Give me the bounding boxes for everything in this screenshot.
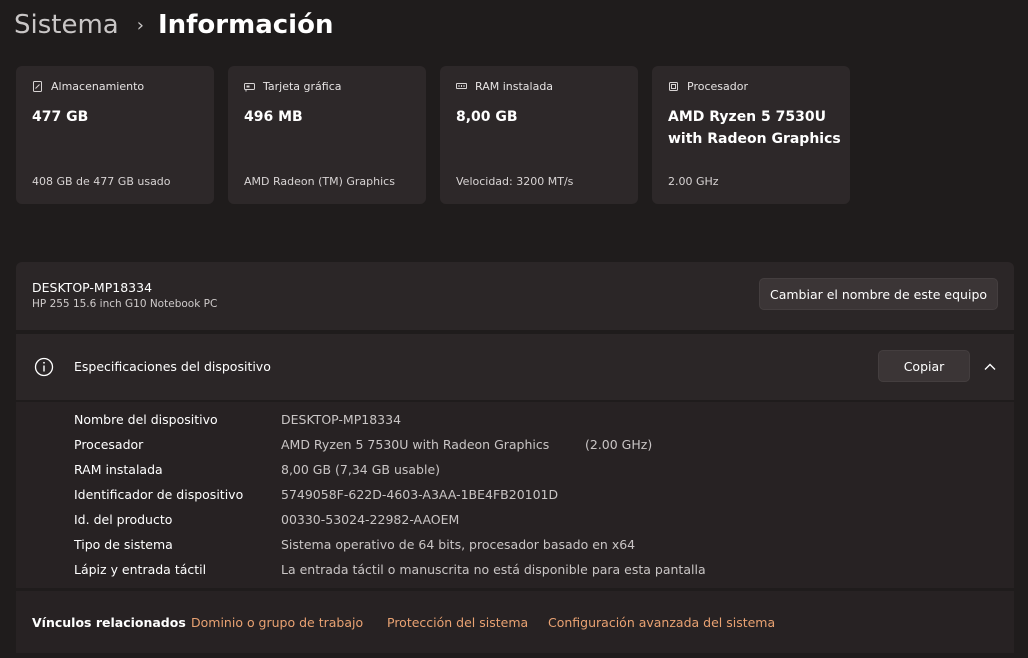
- page-title: Información: [157, 10, 334, 40]
- spec-label: Lápiz y entrada táctil: [74, 562, 207, 577]
- device-name-panel: DESKTOP-MP18334 HP 255 15.6 inch G10 Not…: [16, 262, 1014, 330]
- gpu-card-label: Tarjeta gráfica: [263, 80, 342, 93]
- gpu-card[interactable]: Tarjeta gráfica 496 MB AMD Radeon (TM) G…: [228, 66, 426, 204]
- gpu-icon: [244, 81, 255, 92]
- link-system-protection[interactable]: Protección del sistema: [387, 615, 528, 630]
- breadcrumb-root[interactable]: Sistema: [14, 10, 119, 40]
- cpu-icon: [668, 81, 679, 92]
- gpu-card-value: 496 MB: [244, 109, 303, 125]
- spec-row: RAM instalada 8,00 GB (7,34 GB usable): [16, 458, 1014, 483]
- cpu-card-sub: 2.00 GHz: [668, 175, 719, 188]
- spec-value: La entrada táctil o manuscrita no está d…: [281, 562, 706, 577]
- cpu-card-label: Procesador: [687, 80, 748, 93]
- cpu-card[interactable]: Procesador AMD Ryzen 5 7530U with Radeon…: [652, 66, 850, 204]
- cpu-card-value-line1: AMD Ryzen 5 7530U: [668, 109, 826, 125]
- spec-label: RAM instalada: [74, 462, 163, 477]
- copy-specs-button[interactable]: Copiar: [878, 350, 970, 382]
- spec-label: Tipo de sistema: [74, 537, 173, 552]
- chevron-up-icon[interactable]: [982, 359, 998, 375]
- info-icon: [34, 357, 54, 377]
- spec-row: Lápiz y entrada táctil La entrada táctil…: [16, 558, 1014, 583]
- spec-row: Nombre del dispositivo DESKTOP-MP18334: [16, 408, 1014, 433]
- ram-icon: [456, 81, 467, 92]
- cpu-card-value-line2: with Radeon Graphics: [668, 131, 841, 147]
- spec-value: 5749058F-622D-4603-A3AA-1BE4FB20101D: [281, 487, 559, 502]
- spec-label: Procesador: [74, 437, 144, 452]
- link-domain-workgroup[interactable]: Dominio o grupo de trabajo: [191, 615, 363, 630]
- device-specs-title: Especificaciones del dispositivo: [74, 359, 271, 374]
- device-model: HP 255 15.6 inch G10 Notebook PC: [32, 298, 218, 310]
- spec-row: Id. del producto 00330-53024-22982-AAOEM: [16, 508, 1014, 533]
- link-advanced-system-settings[interactable]: Configuración avanzada del sistema: [548, 615, 775, 630]
- related-links-label: Vínculos relacionados: [32, 615, 186, 630]
- ram-card[interactable]: RAM instalada 8,00 GB Velocidad: 3200 MT…: [440, 66, 638, 204]
- storage-icon: [32, 81, 43, 92]
- breadcrumb-separator-icon: ›: [136, 14, 144, 36]
- device-specs-list: Nombre del dispositivo DESKTOP-MP18334 P…: [16, 402, 1014, 588]
- rename-pc-button[interactable]: Cambiar el nombre de este equipo: [759, 278, 998, 310]
- ram-card-label: RAM instalada: [475, 80, 554, 93]
- spec-value: Sistema operativo de 64 bits, procesador…: [281, 537, 636, 552]
- gpu-card-sub: AMD Radeon (TM) Graphics: [244, 175, 395, 188]
- ram-card-sub: Velocidad: 3200 MT/s: [456, 175, 574, 188]
- related-links-bar: Vínculos relacionados Dominio o grupo de…: [16, 590, 1014, 653]
- spec-row: Tipo de sistema Sistema operativo de 64 …: [16, 533, 1014, 558]
- storage-card-label: Almacenamiento: [51, 80, 145, 93]
- spec-label: Identificador de dispositivo: [74, 487, 244, 502]
- spec-row: Identificador de dispositivo 5749058F-62…: [16, 483, 1014, 508]
- spec-value: 00330-53024-22982-AAOEM: [281, 512, 460, 527]
- spec-row: Procesador AMD Ryzen 5 7530U with Radeon…: [16, 433, 1014, 458]
- spec-label: Id. del producto: [74, 512, 173, 527]
- spec-value: AMD Ryzen 5 7530U with Radeon Graphics: [281, 437, 550, 452]
- storage-card-sub: 408 GB de 477 GB usado: [32, 175, 171, 188]
- storage-card-value: 477 GB: [32, 109, 89, 125]
- device-name: DESKTOP-MP18334: [32, 280, 153, 295]
- storage-card[interactable]: Almacenamiento 477 GB 408 GB de 477 GB u…: [16, 66, 214, 204]
- ram-card-value: 8,00 GB: [456, 109, 518, 125]
- breadcrumb: Sistema › Información: [14, 10, 333, 40]
- spec-value: DESKTOP-MP18334: [281, 412, 402, 427]
- spec-value: 8,00 GB (7,34 GB usable): [281, 462, 441, 477]
- spec-label: Nombre del dispositivo: [74, 412, 218, 427]
- spec-value-extra: (2.00 GHz): [585, 437, 653, 452]
- device-specs-header[interactable]: Especificaciones del dispositivo Copiar: [16, 334, 1014, 400]
